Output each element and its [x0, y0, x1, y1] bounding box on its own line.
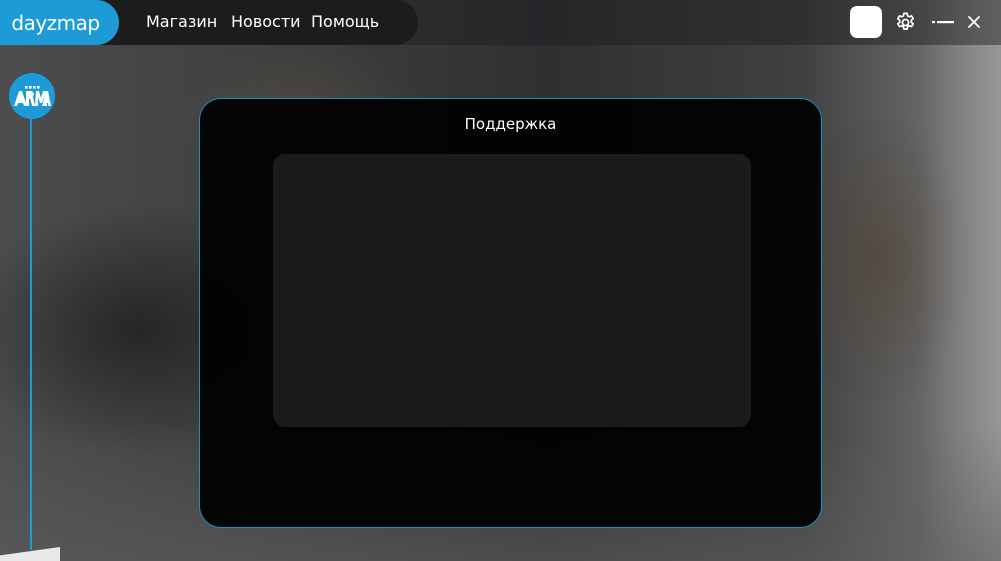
- gear-icon: [896, 12, 915, 30]
- nav-item-news[interactable]: Новости: [231, 11, 301, 33]
- nav-item-shop[interactable]: Магазин: [146, 11, 217, 33]
- sidebar-item-arma[interactable]: [9, 73, 55, 119]
- support-dialog: Поддержка: [199, 98, 822, 528]
- launcher-window: dayzmap Магазин Новости Помощь Поддержка: [0, 0, 1001, 561]
- sidebar-line: [30, 96, 32, 550]
- minimize-button[interactable]: [931, 12, 955, 32]
- minimize-icon: [932, 21, 954, 24]
- nav-bar: dayzmap Магазин Новости Помощь: [0, 0, 418, 45]
- logo-text: dayzmap: [11, 10, 100, 35]
- arma-logo-icon: [14, 86, 51, 106]
- close-icon: [968, 16, 980, 28]
- nav-item-help[interactable]: Помощь: [311, 11, 379, 33]
- close-button[interactable]: [966, 14, 982, 30]
- avatar[interactable]: [850, 6, 882, 38]
- support-content-frame[interactable]: [273, 154, 751, 427]
- settings-button[interactable]: [894, 11, 917, 34]
- logo[interactable]: dayzmap: [0, 0, 119, 45]
- top-bar: dayzmap Магазин Новости Помощь: [0, 0, 1001, 45]
- dialog-title: Поддержка: [464, 115, 557, 133]
